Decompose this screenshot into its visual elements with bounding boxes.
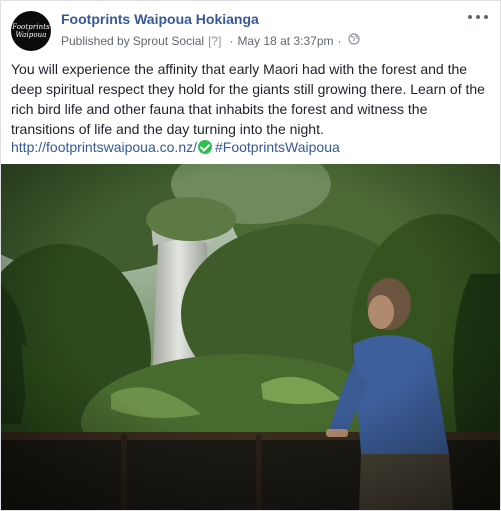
post-timestamp-link[interactable]: May 18 at 3:37pm bbox=[237, 34, 333, 48]
check-circle-icon bbox=[198, 140, 212, 154]
post-meta: Published by Sprout Social [?] · May 18 … bbox=[61, 33, 360, 48]
page-avatar[interactable]: Footprints Waipoua bbox=[11, 11, 51, 51]
post-card: Footprints Waipoua Footprints Waipoua Ho… bbox=[0, 0, 501, 511]
post-links: http://footprintswaipoua.co.nz/ #Footpri… bbox=[11, 137, 340, 157]
meta-separator-2: · bbox=[337, 33, 342, 48]
published-by-label: Published by bbox=[61, 33, 130, 48]
more-options-icon[interactable] bbox=[468, 11, 488, 23]
page-name-link[interactable]: Footprints Waipoua Hokianga bbox=[61, 11, 259, 27]
meta-separator: · bbox=[229, 33, 234, 48]
website-link[interactable]: http://footprintswaipoua.co.nz/ bbox=[11, 137, 197, 157]
publisher-app-link[interactable]: Sprout Social bbox=[133, 34, 204, 48]
help-link[interactable]: [?] bbox=[208, 34, 221, 48]
avatar-logo-text: Footprints Waipoua bbox=[12, 23, 50, 39]
post-photo[interactable] bbox=[1, 164, 500, 510]
globe-icon[interactable] bbox=[347, 33, 360, 48]
hashtag-link[interactable]: #FootprintsWaipoua bbox=[215, 137, 340, 157]
post-message: You will experience the affinity that ea… bbox=[11, 61, 485, 137]
